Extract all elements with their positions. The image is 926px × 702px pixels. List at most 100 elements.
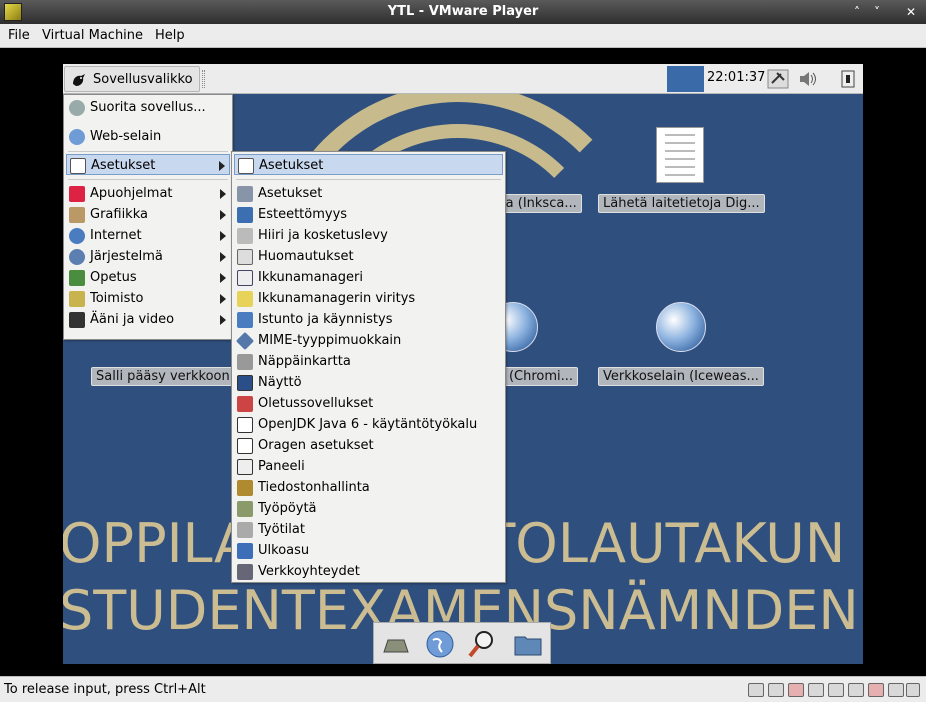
submenu-item-keyboard[interactable]: Näppäinkartta [234,351,503,372]
graphics-icon [69,207,85,223]
tools-icon [237,186,253,202]
system-icon [69,249,85,265]
maximize-up-button[interactable]: ˄ [848,3,866,21]
menu-item-accessories[interactable]: Apuohjelmat [66,183,230,204]
network-adapter-icon[interactable] [808,683,824,697]
volume-icon[interactable] [797,69,819,89]
run-icon [69,100,85,116]
web-browser-icon[interactable] [424,628,456,660]
submenu-item-network[interactable]: Verkkoyhteydet [234,561,503,582]
desktop-icon [237,501,253,517]
calendar-icon [237,438,253,454]
workspaces-icon [237,522,253,538]
submenu-item-settings[interactable]: Asetukset [234,183,503,204]
submenu-item-mime-editor[interactable]: MIME-tyyppimuokkain [234,330,503,351]
keyboard-icon [237,354,253,370]
submenu-item-window-manager[interactable]: Ikkunamanageri [234,267,503,288]
submenu-item-mouse[interactable]: Hiiri ja kosketuslevy [234,225,503,246]
window-tweaks-icon [237,291,253,307]
panel-handle[interactable] [202,70,205,88]
menubar: File Virtual Machine Help [0,24,926,48]
close-button[interactable]: ✕ [902,3,920,21]
app-menu: Suorita sovellus... Web-selain Asetukset… [63,94,233,340]
appearance-icon [237,543,253,559]
default-apps-icon [237,396,253,412]
menu-item-web-browser[interactable]: Web-selain [66,126,230,147]
power-plug-icon[interactable] [767,69,789,89]
desktop-icon-send-device-info[interactable]: Lähetä laitetietoja Dig... [598,194,765,213]
message-icon[interactable] [888,683,904,697]
app-menu-label: Sovellusvalikko [93,72,193,87]
submenu-item-java-policy[interactable]: OpenJDK Java 6 - käytäntötyökalu [234,414,503,435]
submenu-item-workspaces[interactable]: Työtilat [234,519,503,540]
window-title: YTL - VMware Player [387,4,539,19]
bird-logo-icon [73,74,85,86]
cd-drive-icon[interactable] [768,683,784,697]
accessories-icon [69,186,85,202]
menu-item-system[interactable]: Järjestelmä [66,246,230,267]
submenu-arrow-icon [220,294,226,304]
submenu-item-panel[interactable]: Paneeli [234,456,503,477]
iceweasel-globe-icon[interactable] [656,302,706,352]
document-icon[interactable] [656,127,704,183]
menu-item-graphics[interactable]: Grafiikka [66,204,230,225]
menu-separator [236,179,501,180]
window-manager-icon [237,270,253,286]
settings-icon [70,158,86,174]
sound-card-icon[interactable] [848,683,864,697]
submenu-item-default-apps[interactable]: Oletussovellukset [234,393,503,414]
menu-item-internet[interactable]: Internet [66,225,230,246]
search-tool-icon[interactable] [466,628,498,660]
submenu-item-appearance[interactable]: Ulkoasu [234,540,503,561]
panel-clock: 22:01:37 [707,70,766,85]
hard-disk-icon[interactable] [748,683,764,697]
resize-grip-icon[interactable] [906,683,920,697]
file-manager-icon [237,480,253,496]
submenu-arrow-icon [220,231,226,241]
desktop-icon-iceweasel[interactable]: Verkkoselain (Iceweas... [598,367,764,386]
java-icon [237,417,253,433]
statusbar: To release input, press Ctrl+Alt [0,676,926,702]
file-manager-icon[interactable] [512,628,544,660]
submenu-arrow-icon [220,273,226,283]
submenu-item-file-manager[interactable]: Tiedostonhallinta [234,477,503,498]
submenu-item-notifications[interactable]: Huomautukset [234,246,503,267]
menu-item-media[interactable]: Ääni ja video [66,309,230,330]
minimize-button[interactable]: ˅ [868,3,886,21]
menu-item-settings[interactable]: Asetukset [66,154,230,175]
guest-top-panel: Sovellusvalikko 22:01:37 [63,64,863,94]
menu-file[interactable]: File [8,28,30,43]
submenu-item-session[interactable]: Istunto ja käynnistys [234,309,503,330]
submenu-item-desktop[interactable]: Työpöytä [234,498,503,519]
submenu-item-settings-manager[interactable]: Asetukset [234,154,503,175]
menu-virtual-machine[interactable]: Virtual Machine [42,28,143,43]
show-desktop-icon[interactable] [380,628,412,660]
education-icon [69,270,85,286]
submenu-arrow-icon [220,189,226,199]
usb-device-icon[interactable] [828,683,844,697]
printer-disabled-icon[interactable] [868,683,884,697]
floppy-disabled-icon[interactable] [788,683,804,697]
menu-separator [68,179,228,180]
mouse-icon [237,228,253,244]
logout-icon[interactable] [837,69,859,89]
internet-icon [69,228,85,244]
menu-item-run-app[interactable]: Suorita sovellus... [66,97,230,118]
submenu-arrow-icon [220,315,226,325]
submenu-item-accessibility[interactable]: Esteettömyys [234,204,503,225]
status-text: To release input, press Ctrl+Alt [4,682,206,697]
bottom-dock [373,622,551,664]
workspace-switcher[interactable] [667,66,704,92]
network-icon [237,564,253,580]
submenu-item-orage[interactable]: Oragen asetukset [234,435,503,456]
menu-item-education[interactable]: Opetus [66,267,230,288]
notification-icon [237,249,253,265]
menu-help[interactable]: Help [155,28,185,43]
office-icon [69,291,85,307]
submenu-item-window-tweaks[interactable]: Ikkunamanagerin viritys [234,288,503,309]
submenu-item-display[interactable]: Näyttö [234,372,503,393]
desktop-icon-allow-network[interactable]: Salli pääsy verkkoon [91,367,235,386]
display-icon [237,375,253,391]
app-menu-button[interactable]: Sovellusvalikko [64,66,200,92]
menu-item-office[interactable]: Toimisto [66,288,230,309]
